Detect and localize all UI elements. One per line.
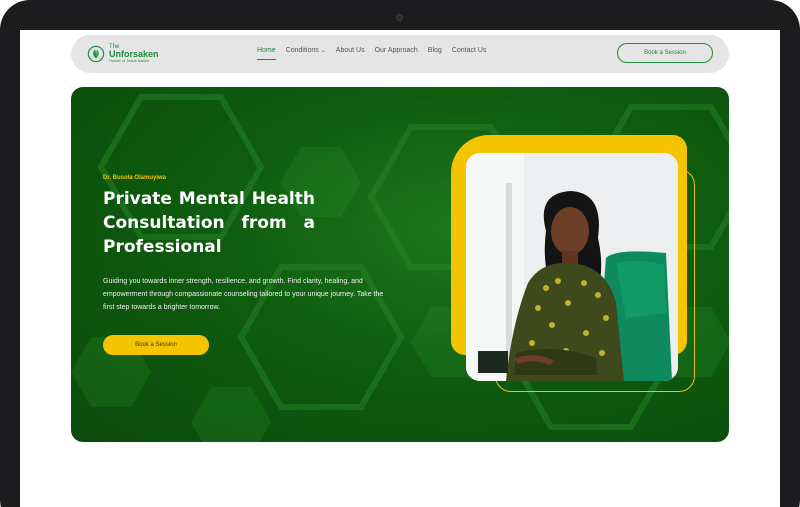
book-session-hero-button[interactable]: Book a Session	[103, 335, 209, 355]
nav-blog[interactable]: Blog	[428, 47, 442, 60]
hero-description: Guiding you towards inner strength, resi…	[103, 278, 384, 311]
portrait-illustration	[466, 153, 678, 381]
hero-author-name: Dr. Busola Olamuyiwa	[103, 175, 167, 181]
logo-leaf-icon	[87, 45, 105, 62]
logo-sub-text: House of Jesus Nation	[109, 58, 150, 63]
top-navbar: The Unforsaken House of Jesus Nation Hom…	[71, 35, 729, 73]
hero-headline: Private Mental Health Consultation from …	[103, 189, 315, 257]
camera-icon	[396, 14, 403, 21]
nav-home[interactable]: Home	[257, 47, 276, 60]
nav-conditions[interactable]: Conditions ⌄	[286, 47, 326, 60]
hero-section: Dr. Busola Olamuyiwa Private Mental Heal…	[71, 87, 729, 442]
main-nav: Home Conditions ⌄ About Us Our Approach B…	[257, 47, 486, 60]
laptop-frame: The Unforsaken House of Jesus Nation Hom…	[0, 0, 800, 507]
browser-viewport: The Unforsaken House of Jesus Nation Hom…	[20, 30, 780, 507]
page-below-fold	[20, 455, 780, 507]
nav-conditions-label: Conditions	[285, 47, 319, 54]
logo-wordmark: The Unforsaken House of Jesus Nation	[109, 44, 159, 63]
nav-contact-us[interactable]: Contact Us	[452, 47, 487, 60]
site-logo[interactable]: The Unforsaken House of Jesus Nation	[87, 44, 159, 63]
nav-about-us[interactable]: About Us	[336, 47, 365, 60]
chevron-down-icon: ⌄	[320, 48, 326, 54]
book-session-nav-button[interactable]: Book a Session	[617, 43, 713, 63]
consultant-portrait-photo	[466, 153, 678, 381]
nav-our-approach[interactable]: Our Approach	[375, 47, 418, 60]
